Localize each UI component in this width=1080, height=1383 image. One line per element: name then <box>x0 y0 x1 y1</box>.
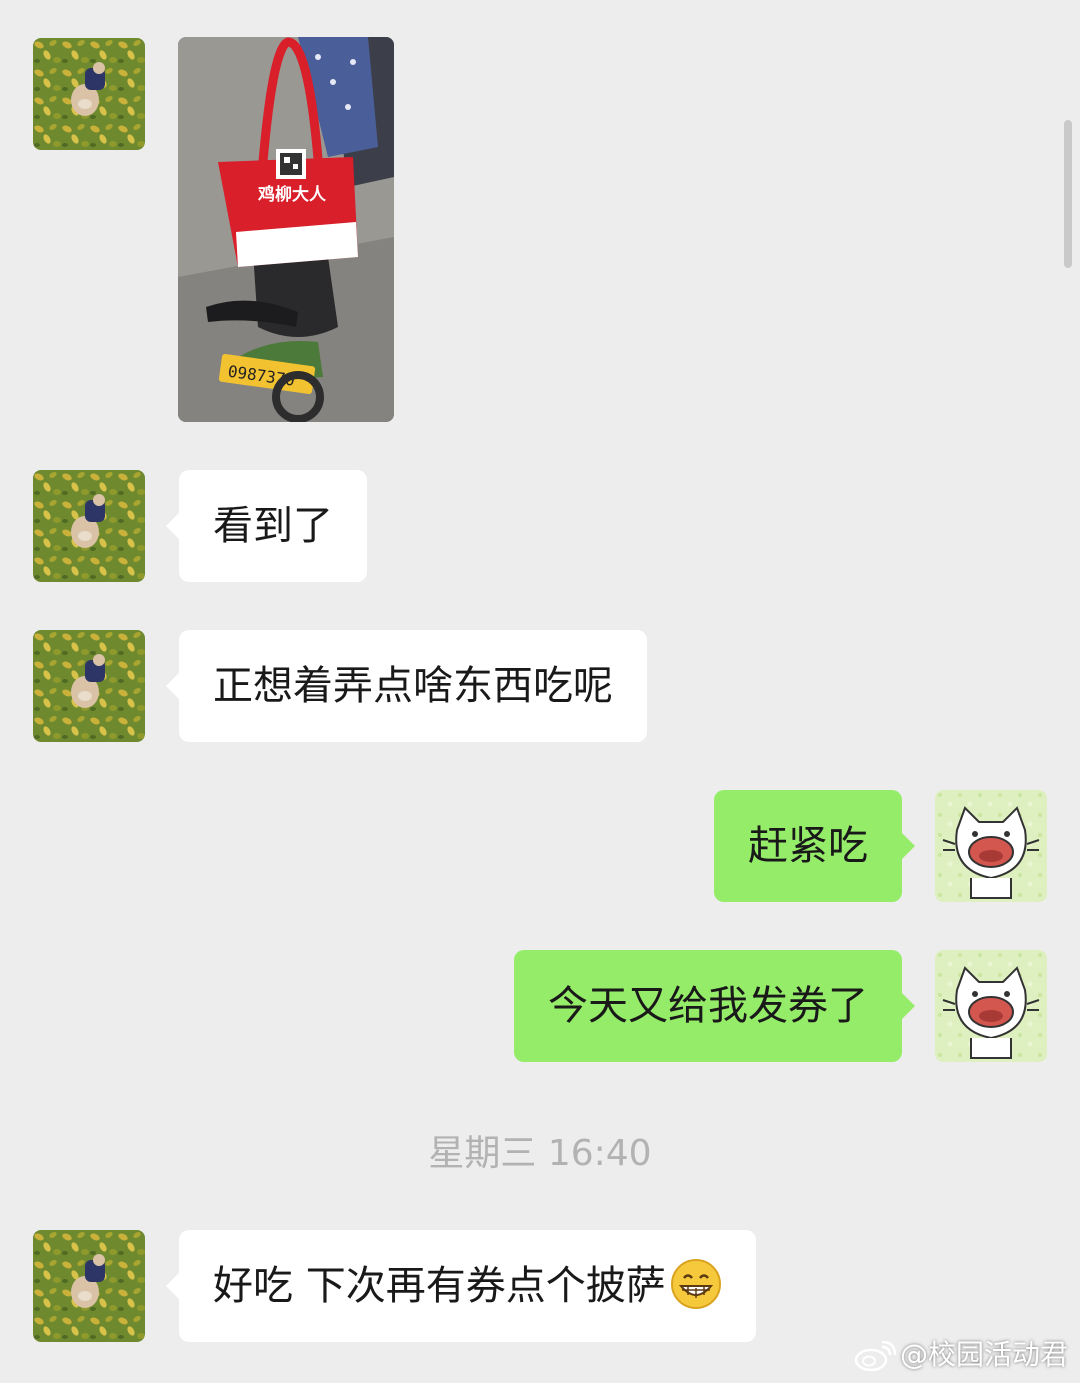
grinning-face-icon <box>670 1259 721 1309</box>
chat-timestamp: 星期三 16:40 <box>428 1133 652 1174</box>
weibo-logo-icon <box>854 1341 896 1371</box>
message-text: 赶紧吃 <box>748 823 868 869</box>
watermark-text: @校园活动君 <box>899 1338 1068 1371</box>
watermark: @校园活动君 <box>854 1337 1068 1373</box>
message-text: 看到了 <box>213 503 333 549</box>
dog-avatar-icon <box>33 38 145 150</box>
dog-avatar-icon <box>33 630 145 742</box>
cat-avatar-icon <box>935 790 1047 902</box>
shared-photo[interactable]: 鸡柳大人 0987370 <box>178 37 394 422</box>
contact-avatar[interactable] <box>33 630 145 742</box>
dog-avatar-icon <box>33 470 145 582</box>
message-text: 好吃 下次再有券点个披萨 <box>213 1263 666 1309</box>
message-text: 正想着弄点啥东西吃呢 <box>213 663 613 709</box>
dog-avatar-icon <box>33 1230 145 1342</box>
outgoing-message-bubble[interactable]: 今天又给我发券了 <box>514 950 915 1062</box>
scrollbar-thumb[interactable] <box>1064 120 1072 268</box>
incoming-message-bubble[interactable]: 好吃 下次再有券点个披萨 <box>166 1230 756 1342</box>
incoming-message-bubble[interactable]: 正想着弄点啥东西吃呢 <box>166 630 647 742</box>
my-avatar[interactable] <box>935 790 1047 902</box>
outgoing-message-bubble[interactable]: 赶紧吃 <box>714 790 915 902</box>
contact-avatar[interactable] <box>33 470 145 582</box>
cat-avatar-icon <box>935 950 1047 1062</box>
photo-bike-bag-icon: 鸡柳大人 0987370 <box>178 37 394 422</box>
contact-avatar[interactable] <box>33 1230 145 1342</box>
bag-brand-text: 鸡柳大人 <box>257 184 327 205</box>
my-avatar[interactable] <box>935 950 1047 1062</box>
incoming-message-bubble[interactable]: 看到了 <box>166 470 367 582</box>
contact-avatar[interactable] <box>33 38 145 150</box>
message-text: 今天又给我发券了 <box>548 983 868 1029</box>
